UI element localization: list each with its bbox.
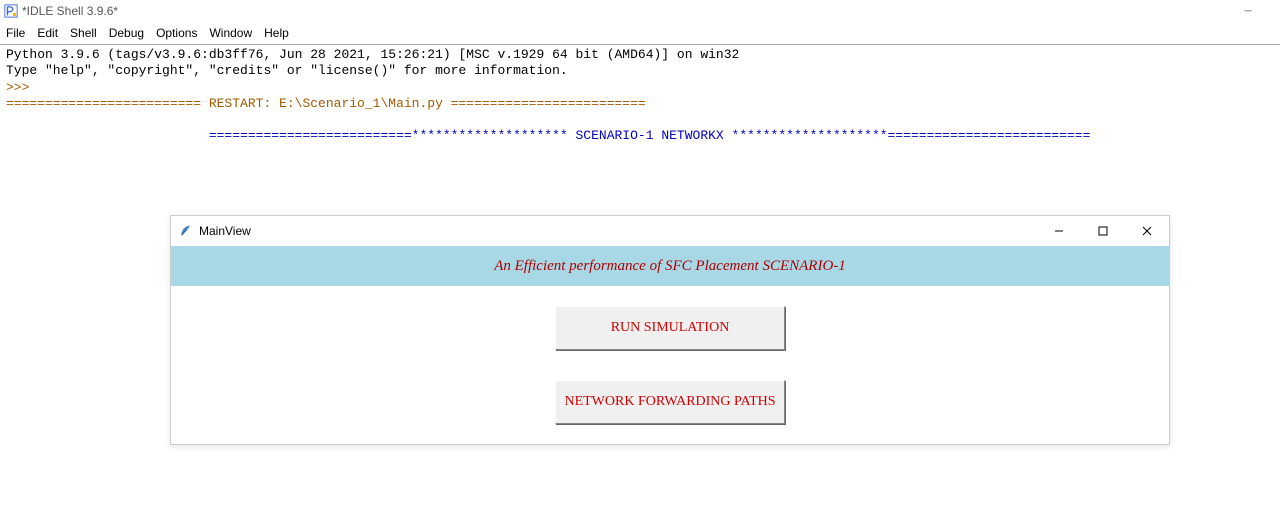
mainview-window: MainView An Efficient performance of SFC… xyxy=(170,215,1170,445)
menu-shell[interactable]: Shell xyxy=(70,26,97,40)
menu-help[interactable]: Help xyxy=(264,26,289,40)
mainview-window-title: MainView xyxy=(199,224,251,238)
mainview-minimize-button[interactable] xyxy=(1037,216,1081,246)
menu-options[interactable]: Options xyxy=(156,26,197,40)
scenario-banner-label: SCENARIO-1 NETWORKX xyxy=(576,128,724,143)
network-forwarding-paths-button[interactable]: NETWORK FORWARDING PATHS xyxy=(555,380,785,424)
menu-file[interactable]: File xyxy=(6,26,25,40)
scenario-banner-prefix: ==========================**************… xyxy=(6,128,576,143)
menu-window[interactable]: Window xyxy=(209,26,252,40)
idle-menubar: File Edit Shell Debug Options Window Hel… xyxy=(0,22,1280,44)
console-line-version: Python 3.9.6 (tags/v3.9.6:db3ff76, Jun 2… xyxy=(6,47,739,62)
console-restart-line: ========================= RESTART: E:\Sc… xyxy=(6,96,646,111)
feather-icon xyxy=(179,224,193,238)
mainview-body: RUN SIMULATION NETWORK FORWARDING PATHS xyxy=(171,286,1169,444)
minimize-button[interactable]: ─ xyxy=(1228,0,1268,22)
mainview-header-banner: An Efficient performance of SFC Placemen… xyxy=(171,246,1169,286)
console-prompt: >>> xyxy=(6,80,37,95)
network-forwarding-paths-label: NETWORK FORWARDING PATHS xyxy=(564,394,775,410)
idle-app-icon xyxy=(4,4,18,18)
run-simulation-label: RUN SIMULATION xyxy=(611,320,730,336)
menu-debug[interactable]: Debug xyxy=(109,26,144,40)
mainview-maximize-button[interactable] xyxy=(1081,216,1125,246)
console-line-help: Type "help", "copyright", "credits" or "… xyxy=(6,63,568,78)
idle-window-title: *IDLE Shell 3.9.6* xyxy=(22,4,118,18)
scenario-banner-suffix: ********************====================… xyxy=(724,128,1091,143)
mainview-header-text: An Efficient performance of SFC Placemen… xyxy=(494,258,846,275)
idle-console[interactable]: Python 3.9.6 (tags/v3.9.6:db3ff76, Jun 2… xyxy=(0,44,1280,147)
idle-titlebar: *IDLE Shell 3.9.6* ─ xyxy=(0,0,1280,22)
mainview-titlebar: MainView xyxy=(171,216,1169,246)
mainview-window-controls xyxy=(1037,216,1169,246)
mainview-close-button[interactable] xyxy=(1125,216,1169,246)
run-simulation-button[interactable]: RUN SIMULATION xyxy=(555,306,785,350)
menu-edit[interactable]: Edit xyxy=(37,26,58,40)
